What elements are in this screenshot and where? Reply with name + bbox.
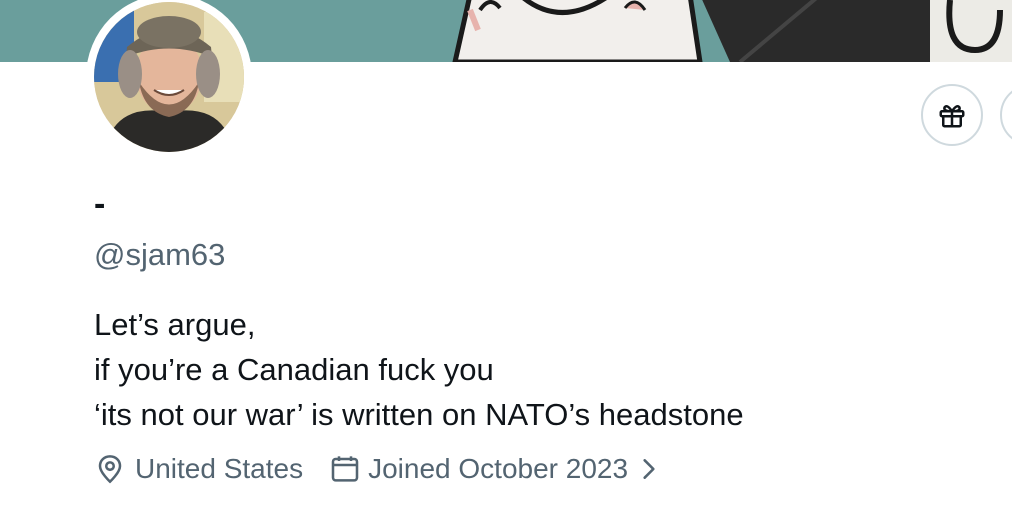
location-pin-icon — [98, 455, 122, 484]
calendar-icon — [331, 456, 359, 482]
location-item: United States — [94, 453, 303, 485]
gift-icon — [939, 105, 965, 128]
user-handle: @sjam63 — [94, 237, 226, 272]
gift-button[interactable] — [921, 84, 983, 146]
more-button[interactable] — [1000, 84, 1012, 146]
bio-line: ‘its not our war’ is written on NATO’s h… — [94, 397, 744, 432]
bio-line: if you’re a Canadian fuck you — [94, 352, 494, 387]
bio: Let’s argue, if you’re a Canadian fuck y… — [94, 302, 744, 437]
display-name: - — [94, 185, 106, 223]
bio-line: Let’s argue, — [94, 307, 256, 342]
profile-meta: United States Joined October 2023 — [94, 447, 662, 491]
location-text: United States — [135, 453, 304, 484]
avatar[interactable] — [94, 2, 244, 152]
joined-text: Joined October 2023 — [368, 453, 629, 484]
chevron-right-icon — [643, 459, 655, 479]
avatar-photo — [94, 2, 244, 152]
joined-item[interactable]: Joined October 2023 — [329, 453, 662, 485]
